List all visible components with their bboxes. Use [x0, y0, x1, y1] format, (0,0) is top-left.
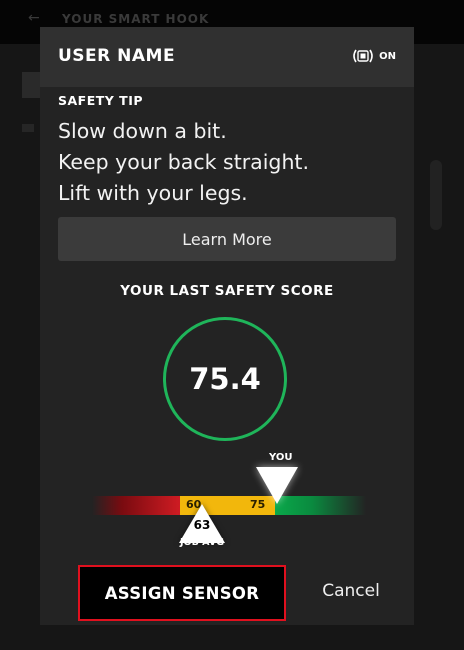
you-marker-label: YOU [269, 452, 293, 463]
safety-tip-line: Lift with your legs. [58, 181, 248, 205]
background-fragment [22, 124, 34, 132]
user-name: USER NAME [58, 46, 176, 66]
assign-sensor-button[interactable]: ASSIGN SENSOR [78, 565, 286, 621]
back-arrow-icon: ← [28, 10, 40, 26]
learn-more-button[interactable]: Learn More [58, 217, 396, 261]
connection-status-text: ON [379, 50, 396, 62]
modal-header: USER NAME ON [40, 27, 414, 87]
job-avg-label: JOB AVG [179, 537, 225, 548]
safety-tip-line: Keep your back straight. [58, 150, 309, 174]
you-marker [256, 467, 298, 504]
score-value: 75.4 [189, 362, 261, 396]
score-title: YOUR LAST SAFETY SCORE [120, 283, 334, 299]
cancel-button[interactable]: Cancel [304, 581, 398, 601]
background-title: YOUR SMART HOOK [62, 12, 210, 26]
safety-tip-label: SAFETY TIP [58, 93, 144, 108]
connection-status: ON [351, 48, 396, 64]
background-fragment [22, 72, 40, 98]
safety-score-modal: USER NAME ON SAFETY TIP Slow down a bit.… [40, 27, 414, 625]
job-avg-value: 63 [193, 518, 211, 532]
safety-tip-line: Slow down a bit. [58, 119, 227, 143]
sensor-connected-icon [353, 49, 373, 63]
background-scrollbar [430, 160, 442, 230]
score-gauge-bar [92, 496, 366, 515]
